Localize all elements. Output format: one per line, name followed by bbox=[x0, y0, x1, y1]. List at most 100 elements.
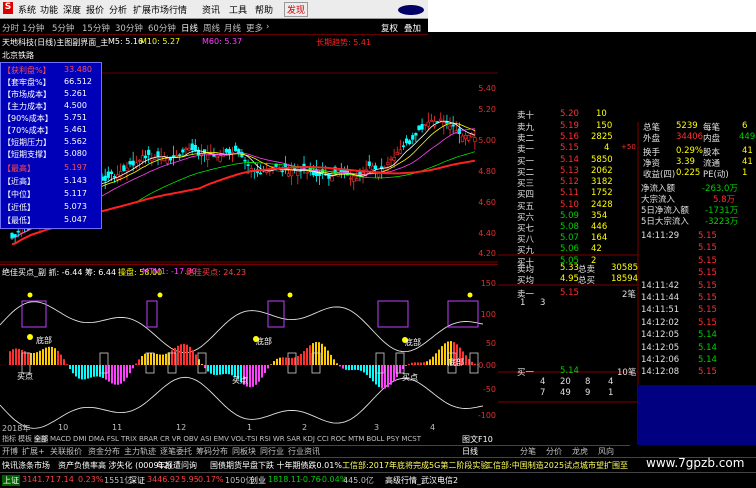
news-item[interactable]: 资产负债率高 涉失化 (000912) bbox=[58, 460, 172, 471]
indicator-tab[interactable]: WR bbox=[273, 435, 285, 443]
indicator-tab[interactable]: PSY bbox=[386, 435, 399, 443]
indicator-tab[interactable]: 指标 bbox=[2, 435, 16, 443]
bottom-tab[interactable]: 逐笔委托 bbox=[160, 446, 192, 457]
period-tab[interactable]: 15分钟 bbox=[82, 22, 110, 34]
right-tab-price[interactable]: 分价 bbox=[546, 446, 562, 457]
period-tab[interactable]: 5分钟 bbox=[52, 22, 74, 34]
menu-tools[interactable]: 工具 bbox=[229, 3, 247, 16]
period-tab[interactable]: 月线 bbox=[224, 22, 241, 34]
queue-bid-item: 9 bbox=[585, 388, 591, 398]
menu-function[interactable]: 功能 bbox=[40, 3, 58, 16]
bottom-tab[interactable]: 行业资讯 bbox=[288, 446, 320, 457]
info-row: 【中位】 5.117 bbox=[3, 189, 87, 199]
sz-index-label[interactable]: 深证 bbox=[129, 475, 145, 486]
sh-index-label[interactable]: 上证 bbox=[2, 475, 20, 486]
bid-volume: 42 bbox=[591, 244, 602, 254]
indicator-tab[interactable]: EMV bbox=[214, 435, 229, 443]
indicator-tab[interactable]: MTM bbox=[348, 435, 364, 443]
app-logo-icon: S bbox=[3, 2, 13, 14]
right-tab-dragon[interactable]: 龙虎 bbox=[572, 446, 588, 457]
bottom-tab[interactable]: 开博 bbox=[2, 446, 18, 457]
oscillator-chart[interactable]: 绝佳买点_副 抓: -6.44 筹: 6.44 操盘: 58.00 MTM1: … bbox=[0, 264, 498, 433]
stat-value: 41 bbox=[742, 146, 753, 156]
indicator-tab[interactable]: VOL-TSI bbox=[231, 435, 258, 443]
period-tab[interactable]: 1分钟 bbox=[22, 22, 44, 34]
info-row: 【套牢盘%】 66.512 bbox=[3, 77, 92, 87]
buy-point-label: 买点 bbox=[17, 372, 33, 381]
tick-price: 5.15 bbox=[698, 280, 717, 291]
period-tab[interactable]: 分时 bbox=[2, 22, 19, 34]
news-item[interactable]: 工信部:2017年底将完成5G第二阶段实验 bbox=[342, 460, 488, 471]
indicator-tab[interactable]: BOLL bbox=[366, 435, 384, 443]
stat-value: 41 bbox=[742, 157, 753, 167]
indicator-tab[interactable]: VR bbox=[172, 435, 182, 443]
indicator-tab[interactable]: ASI bbox=[200, 435, 211, 443]
stat-label: 内盘 bbox=[703, 134, 721, 144]
right-tab-wind[interactable]: 风向 bbox=[598, 446, 614, 457]
tick-price: 5.15 bbox=[698, 293, 717, 303]
menu-help[interactable]: 帮助 bbox=[255, 3, 273, 16]
period-tab-more[interactable]: 更多 bbox=[246, 22, 263, 34]
y-tick: 4.80 bbox=[478, 167, 496, 176]
menu-depth[interactable]: 深度 bbox=[63, 3, 81, 16]
buy-point-label: 买点 bbox=[402, 373, 418, 382]
cy-index-label[interactable]: 创业 bbox=[250, 475, 266, 486]
indicator-tab[interactable]: ROC bbox=[331, 435, 346, 443]
indicator-tab[interactable]: DMI bbox=[73, 435, 87, 443]
indicator-tab[interactable]: DMA bbox=[88, 435, 104, 443]
more-arrow-icon[interactable]: › bbox=[266, 22, 269, 32]
indicator-tab[interactable]: CR bbox=[160, 435, 170, 443]
indicator-tab[interactable]: 模板 bbox=[18, 435, 32, 443]
blank-area bbox=[428, 0, 756, 32]
menu-discover[interactable]: 发现 bbox=[284, 2, 309, 17]
indicator-tab[interactable]: SAR bbox=[287, 435, 301, 443]
sh-index-value: 3141.71 bbox=[22, 475, 56, 484]
overlay-button[interactable]: 叠加 bbox=[404, 22, 421, 34]
side-tab-daily[interactable]: 日线 bbox=[462, 446, 478, 457]
stat-value: 5239 bbox=[676, 121, 698, 131]
tick-price: 5.15 bbox=[698, 255, 717, 266]
osc-y-tick: -100 bbox=[477, 411, 496, 420]
y-tick: 5.00 bbox=[478, 136, 496, 145]
news-item[interactable]: 年报遭问询 bbox=[157, 460, 197, 471]
indicator-tab[interactable]: RSI bbox=[260, 435, 271, 443]
queue-bid-label: 买一 bbox=[517, 368, 535, 378]
side-tab-f10[interactable]: 图文F10 bbox=[462, 434, 493, 445]
menu-ext-market[interactable]: 扩展市场行情 bbox=[133, 3, 187, 16]
tick-time: 14:12:02 bbox=[641, 317, 680, 328]
bottom-tab[interactable]: 筹码分布 bbox=[196, 446, 228, 457]
indicator-tab[interactable]: TRIX bbox=[121, 435, 137, 443]
period-tab-active[interactable]: 日线 bbox=[181, 22, 198, 34]
queue-bid-item: 8 bbox=[585, 377, 591, 387]
restore-button[interactable]: 复权 bbox=[381, 22, 398, 34]
indicator-tab[interactable]: BRAR bbox=[139, 435, 158, 443]
indicator-tab[interactable]: OBV bbox=[183, 435, 198, 443]
bottom-tab[interactable]: 同行业 bbox=[260, 446, 284, 457]
indicator-tabs: 指标 模板 全部 MACD DMI DMA FSL TRIX BRAR CR VR OBV ASI EMV… bbox=[0, 433, 498, 445]
period-tab[interactable]: 30分钟 bbox=[115, 22, 143, 34]
right-tab-tick[interactable]: 分笔 bbox=[520, 446, 536, 457]
news-item[interactable]: 快讯涤条市场 bbox=[2, 460, 50, 471]
indicator-tab[interactable]: 全部 bbox=[34, 435, 48, 443]
indicator-tab[interactable]: MACD bbox=[50, 435, 71, 443]
queue-bid-item: 49 bbox=[560, 388, 571, 398]
menu-analysis[interactable]: 分析 bbox=[109, 3, 127, 16]
indicator-tab[interactable]: MCST bbox=[401, 435, 421, 443]
period-tab[interactable]: 周线 bbox=[203, 22, 220, 34]
bottom-tabs: 开博 扩展+ 关联报价 资金分布 主力轨迹 逐笔委托 筹码分布 同板块 同行业 … bbox=[0, 445, 630, 457]
menu-quote[interactable]: 报价 bbox=[86, 3, 104, 16]
indicator-tab[interactable]: CCI bbox=[317, 435, 329, 443]
cy-index-amount: 445.0亿 bbox=[343, 476, 374, 485]
menu-info[interactable]: 资讯 bbox=[202, 3, 220, 16]
bottom-tab[interactable]: 资金分布 bbox=[88, 446, 120, 457]
indicator-tab[interactable]: FSL bbox=[107, 435, 119, 443]
bottom-tab[interactable]: 同板块 bbox=[232, 446, 256, 457]
menu-system[interactable]: 系统 bbox=[18, 3, 36, 16]
bottom-tab[interactable]: 关联报价 bbox=[50, 446, 82, 457]
news-item[interactable]: 国债期货早盘下跌 十年期债跌0.01% bbox=[210, 460, 342, 471]
bottom-tab[interactable]: 扩展+ bbox=[22, 446, 45, 457]
period-tab[interactable]: 60分钟 bbox=[148, 22, 176, 34]
bottom-tab[interactable]: 主力轨迹 bbox=[124, 446, 156, 457]
indicator-tab[interactable]: KDJ bbox=[303, 435, 315, 443]
news-item[interactable]: 工信部:中国制造2025试点城市望扩围至 bbox=[485, 460, 628, 471]
